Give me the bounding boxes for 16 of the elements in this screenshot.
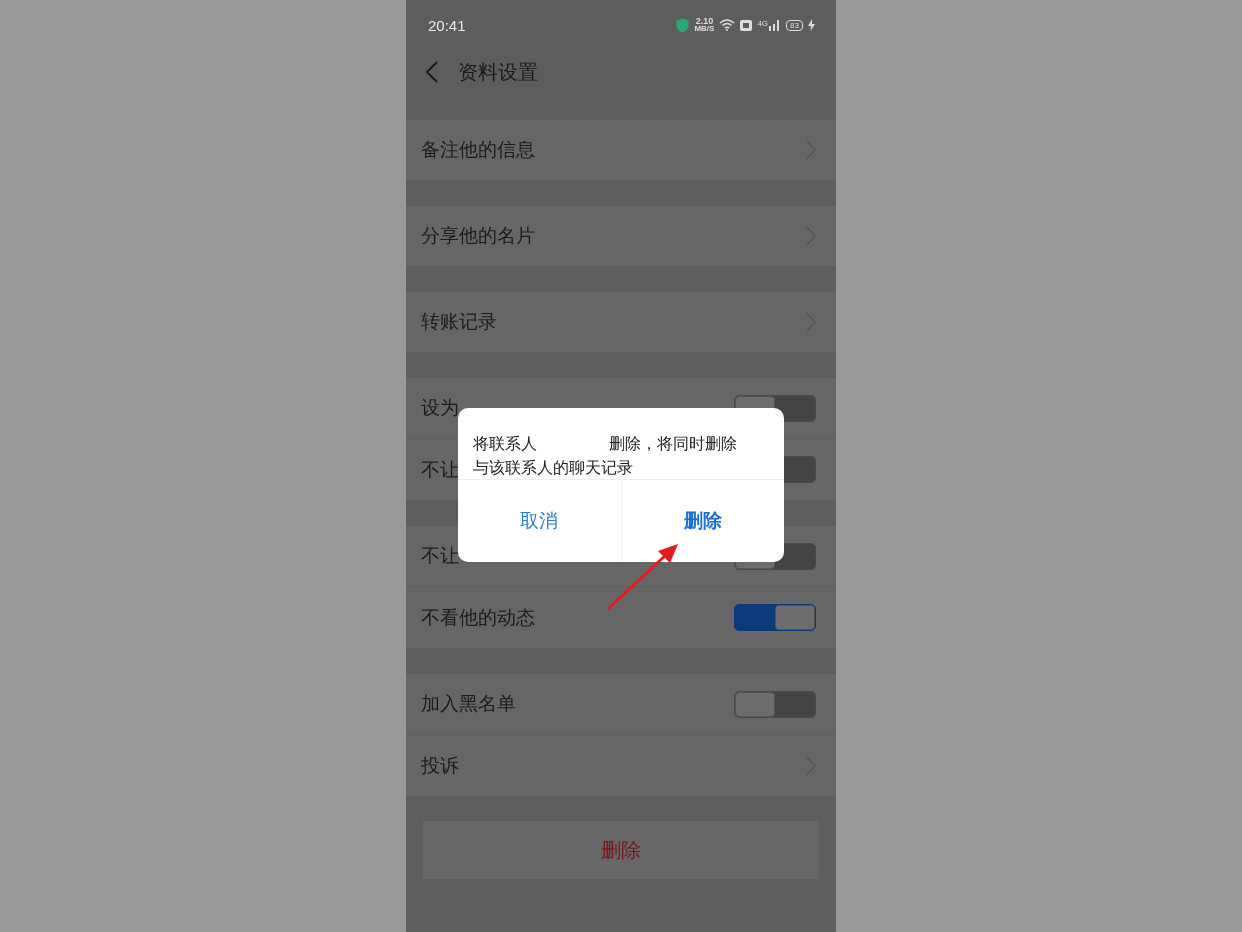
speed-unit: MB/S	[694, 25, 715, 33]
status-time: 20:41	[428, 16, 466, 34]
row-label: 投诉	[421, 752, 459, 778]
row-label: 不让	[421, 456, 459, 482]
dialog-message: 将联系人 删除，将同时删除与该联系人的聊天记录	[473, 433, 738, 479]
row-label: 设为	[421, 395, 459, 420]
battery-indicator: 83	[786, 19, 803, 31]
row-label: 分享他的名片	[421, 223, 535, 248]
row-label: 备注他的信息	[421, 137, 535, 162]
network-type: 4G	[757, 19, 769, 28]
row-label: 加入黑名单	[421, 691, 516, 716]
network-speed: 2.10	[695, 17, 714, 25]
row-label: 转账记录	[421, 309, 497, 334]
row-label: 不看他的动态	[421, 604, 535, 630]
row-label: 不让	[421, 543, 459, 568]
page-title: 资料设置	[458, 58, 538, 86]
